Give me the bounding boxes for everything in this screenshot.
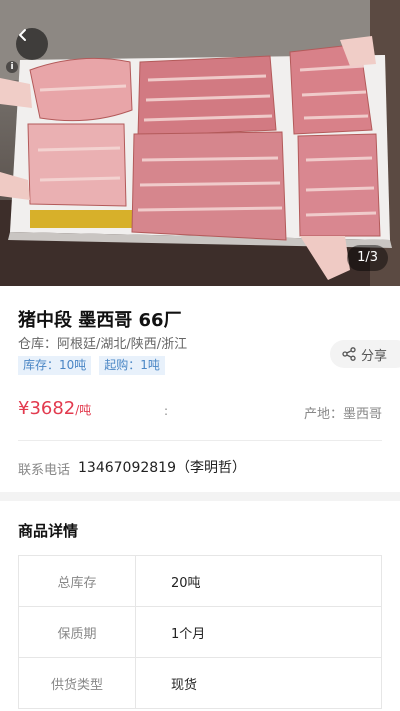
product-title: 猪中段 墨西哥 66厂 <box>18 310 182 331</box>
detail-key: 保质期 <box>18 606 136 658</box>
share-icon <box>342 347 356 361</box>
details-table: 总库存 20吨 保质期 1个月 供货类型 现货 <box>18 555 382 709</box>
details-title: 商品详情 <box>18 522 79 540</box>
table-row: 保质期 1个月 <box>18 606 382 658</box>
divider <box>18 440 382 441</box>
stock-tag: 库存：10吨 <box>18 356 92 375</box>
detail-key: 总库存 <box>18 555 136 607</box>
price-unit: /吨 <box>75 403 92 417</box>
back-button[interactable] <box>16 28 48 60</box>
meat-photo <box>0 0 400 286</box>
info-icon: i <box>6 61 18 73</box>
tag-list: 库存：10吨 起购：1吨 <box>18 356 165 375</box>
section-gap <box>0 492 400 501</box>
contact-label: 联系电话 <box>18 463 71 478</box>
min-order-tag: 起购：1吨 <box>99 356 165 375</box>
separator-colon: : <box>164 404 169 418</box>
table-row: 总库存 20吨 <box>18 555 382 607</box>
share-label: 分享 <box>361 348 388 364</box>
warehouse-text: 仓库：阿根廷/湖北/陕西/浙江 <box>18 337 188 352</box>
detail-value: 20吨 <box>135 555 382 607</box>
contact-phone[interactable]: 13467092819（李明哲） <box>78 457 246 477</box>
detail-value: 现货 <box>135 657 382 709</box>
image-counter: 1/3 <box>347 245 388 271</box>
origin-text: 产地：墨西哥 <box>303 407 382 422</box>
table-row: 供货类型 现货 <box>18 657 382 709</box>
price: ¥3682/吨 <box>18 398 91 419</box>
chevron-left-icon <box>19 29 26 41</box>
product-image[interactable]: i 1/3 <box>0 0 400 286</box>
detail-key: 供货类型 <box>18 657 136 709</box>
detail-value: 1个月 <box>135 606 382 658</box>
share-button[interactable]: 分享 <box>330 340 400 368</box>
price-amount: ¥3682 <box>18 398 76 419</box>
